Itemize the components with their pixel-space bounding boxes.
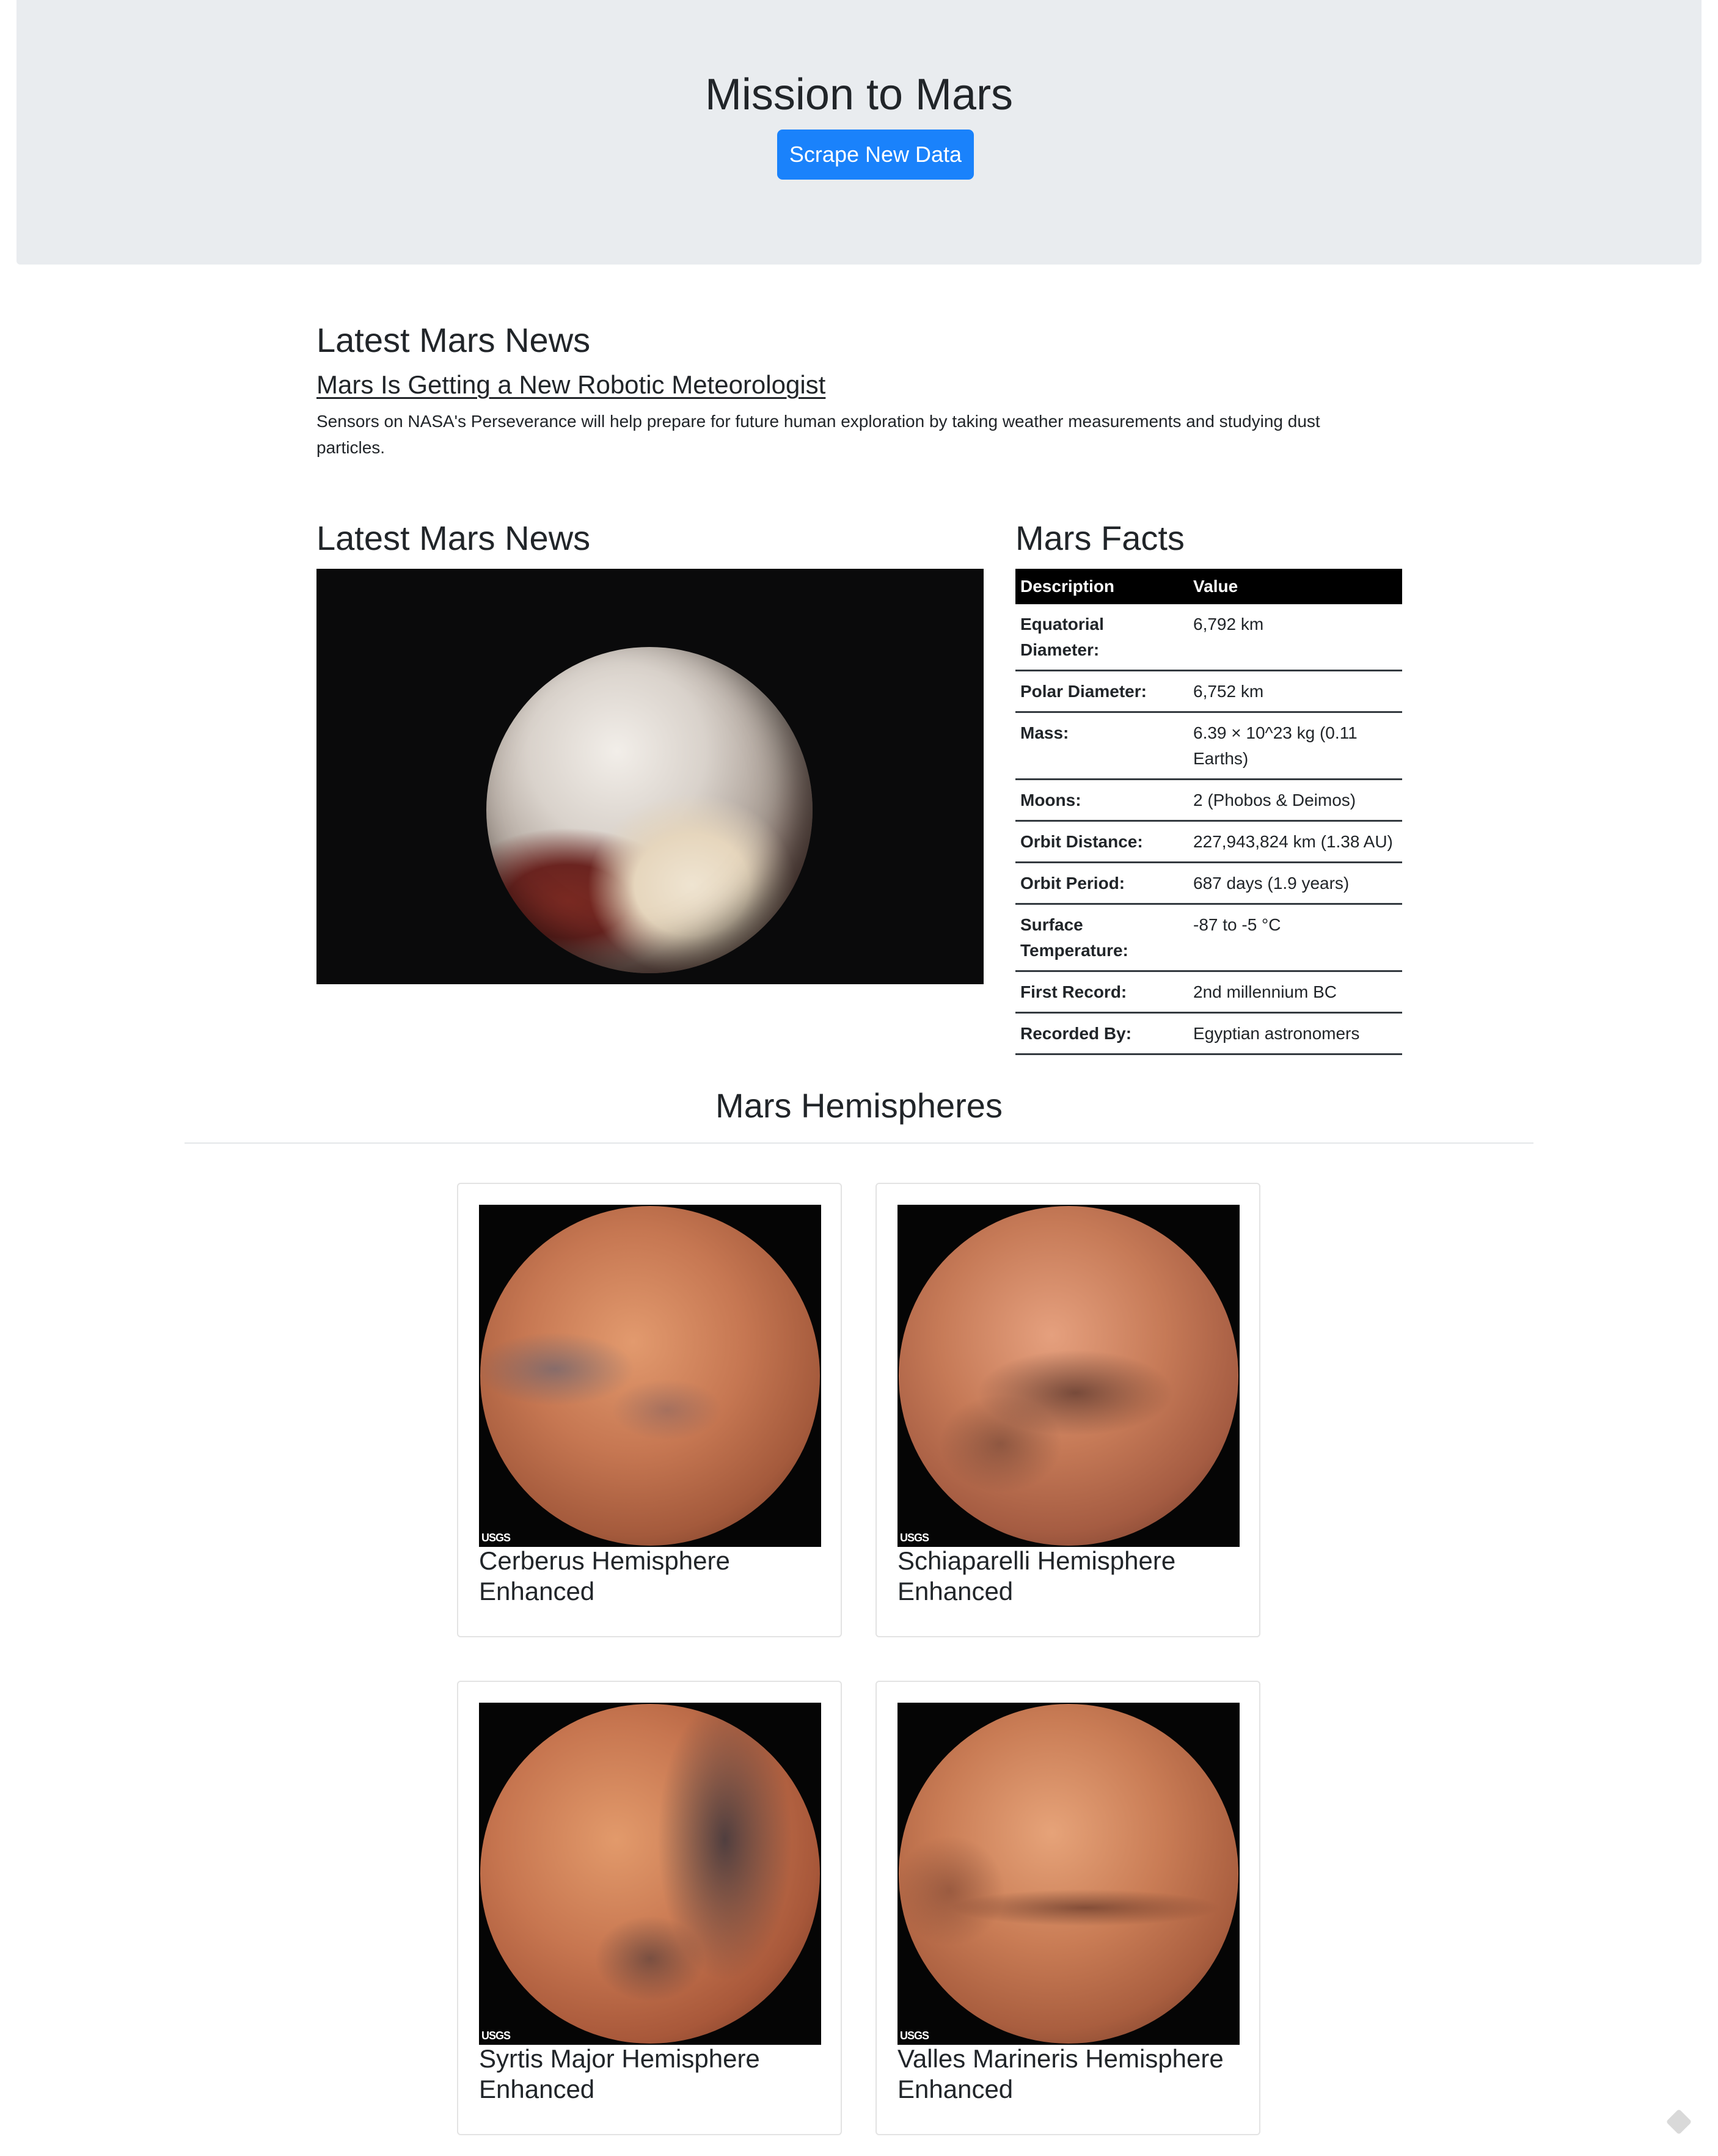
hemisphere-card-syrtis-major: USGS Syrtis Major Hemisphere Enhanced (457, 1681, 842, 2135)
usgs-logo: USGS (900, 1532, 929, 1544)
mars-facts-table: Description Value Equatorial Diameter: 6,… (1015, 569, 1402, 1055)
hemispheres-divider (185, 1142, 1533, 1144)
fact-description: Orbit Period: (1015, 862, 1188, 905)
table-row: Orbit Distance: 227,943,824 km (1.38 AU) (1015, 820, 1402, 863)
hemisphere-image[interactable]: USGS (897, 1205, 1240, 1547)
hemisphere-title: Syrtis Major Hemisphere Enhanced (479, 2044, 760, 2103)
hemisphere-title: Cerberus Hemisphere Enhanced (479, 1546, 730, 1606)
mars-globe-image (899, 1206, 1238, 1546)
facts-header-description: Description (1015, 569, 1188, 604)
usgs-logo: USGS (900, 2030, 929, 2042)
fact-value: 687 days (1.9 years) (1188, 862, 1402, 905)
facts-header-row: Description Value (1015, 569, 1402, 604)
fact-description: Polar Diameter: (1015, 670, 1188, 713)
fact-value: 2 (Phobos & Deimos) (1188, 779, 1402, 822)
page-title: Mission to Mars (704, 70, 1014, 119)
mars-globe-image (899, 1704, 1238, 2044)
fact-description: Recorded By: (1015, 1012, 1188, 1055)
table-row: Equatorial Diameter: 6,792 km (1015, 604, 1402, 671)
hemisphere-image[interactable]: USGS (479, 1703, 821, 2045)
table-row: First Record: 2nd millennium BC (1015, 971, 1402, 1014)
featured-planet-image (486, 647, 813, 973)
jumbotron: Mission to Mars Scrape New Data (16, 0, 1702, 265)
table-row: Moons: 2 (Phobos & Deimos) (1015, 779, 1402, 822)
table-row: Polar Diameter: 6,752 km (1015, 670, 1402, 713)
fact-value: 6,792 km (1188, 604, 1402, 671)
hemispheres-heading: Mars Hemispheres (715, 1086, 1003, 1125)
news-teaser: Sensors on NASA's Perseverance will help… (316, 412, 1320, 457)
table-row: Orbit Period: 687 days (1.9 years) (1015, 862, 1402, 905)
hemisphere-image[interactable]: USGS (897, 1703, 1240, 2045)
fact-value: 6.39 × 10^23 kg (0.11 Earths) (1188, 712, 1402, 780)
scrape-new-data-button[interactable]: Scrape New Data (777, 130, 974, 180)
hemisphere-card-cerberus: USGS Cerberus Hemisphere Enhanced (457, 1183, 842, 1637)
hemisphere-image[interactable]: USGS (479, 1205, 821, 1547)
fact-description: Surface Temperature: (1015, 904, 1188, 972)
facts-header-value: Value (1188, 569, 1402, 604)
table-row: Mass: 6.39 × 10^23 kg (0.11 Earths) (1015, 712, 1402, 780)
fact-value: 2nd millennium BC (1188, 971, 1402, 1014)
mars-globe-image (480, 1704, 820, 2044)
fact-description: Moons: (1015, 779, 1188, 822)
usgs-logo: USGS (481, 2030, 511, 2042)
mars-globe-image (480, 1206, 820, 1546)
fact-value: -87 to -5 °C (1188, 904, 1402, 972)
news-title-link[interactable]: Mars Is Getting a New Robotic Meteorolog… (316, 367, 825, 403)
hemisphere-title: Schiaparelli Hemisphere Enhanced (897, 1546, 1176, 1606)
fact-description: First Record: (1015, 971, 1188, 1014)
news-heading: Latest Mars News (316, 321, 591, 359)
diamond-icon (1665, 2108, 1692, 2135)
fact-description: Orbit Distance: (1015, 820, 1188, 863)
facts-heading: Mars Facts (1015, 519, 1185, 557)
fact-value: Egyptian astronomers (1188, 1012, 1402, 1055)
fact-description: Equatorial Diameter: (1015, 604, 1188, 671)
featured-image (316, 569, 984, 984)
fact-value: 227,943,824 km (1.38 AU) (1188, 820, 1402, 863)
hemisphere-title: Valles Marineris Hemisphere Enhanced (897, 2044, 1224, 2103)
table-row: Surface Temperature: -87 to -5 °C (1015, 904, 1402, 972)
hemisphere-card-valles-marineris: USGS Valles Marineris Hemisphere Enhance… (875, 1681, 1260, 2135)
fact-description: Mass: (1015, 712, 1188, 780)
usgs-logo: USGS (481, 1532, 511, 1544)
fact-value: 6,752 km (1188, 670, 1402, 713)
table-row: Recorded By: Egyptian astronomers (1015, 1012, 1402, 1055)
featured-image-heading: Latest Mars News (316, 519, 591, 557)
hemisphere-card-schiaparelli: USGS Schiaparelli Hemisphere Enhanced (875, 1183, 1260, 1637)
